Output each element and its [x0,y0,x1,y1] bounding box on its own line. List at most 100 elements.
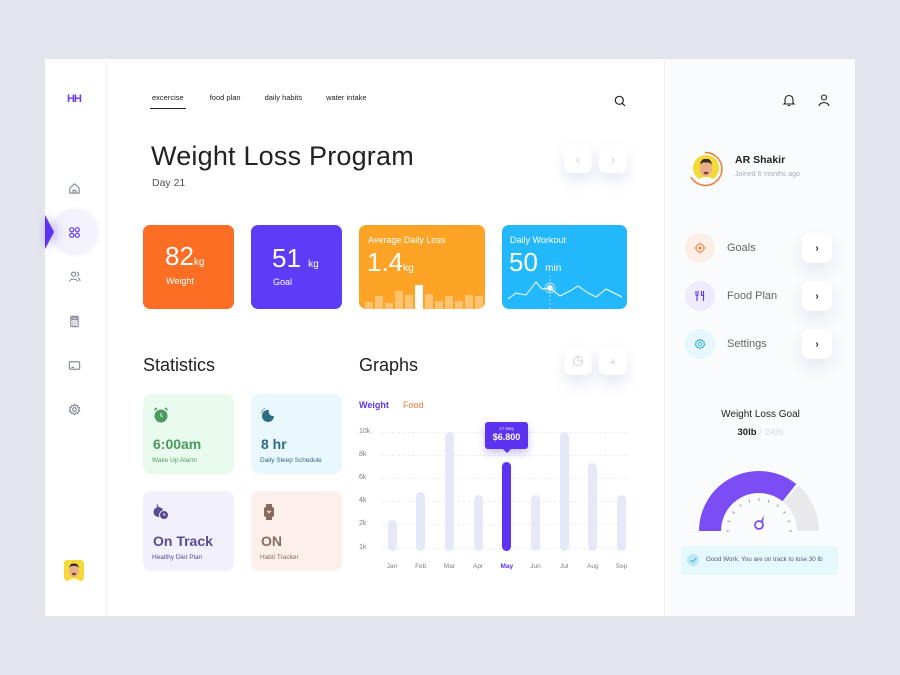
tab-water-intake[interactable]: water intake [326,93,366,109]
x-tick-label: Jun [530,563,541,570]
stat-value: ON [261,533,282,549]
gauge-tick [767,499,770,503]
page-title: Weight Loss Program [151,141,414,171]
next-button[interactable]: › [599,145,627,173]
check-icon [687,554,699,566]
chevron-right-icon[interactable]: › [802,233,832,263]
sidebar-item-settings[interactable] [66,401,82,417]
avatar-face-icon [64,560,84,581]
chart-bar[interactable] [559,432,569,551]
bell-icon[interactable] [782,93,796,107]
sidebar-item-calculator[interactable] [66,313,82,329]
top-tabs: excercise food plan daily habits water i… [150,93,391,109]
average-loss-unit: kg [403,263,414,274]
prev-button[interactable]: ‹ [564,145,592,173]
goal-current: 30lb [737,427,757,438]
mini-bar [435,301,443,309]
toast-message: Good Work. You are on track to lose 30 l… [706,556,823,563]
stat-label: Habit Tracker [260,554,299,561]
sidebar-item-card[interactable] [66,357,82,373]
average-loss-card[interactable]: Average Daily Loss 1.4kg [359,225,485,309]
tab-exercise[interactable]: excercise [150,93,186,109]
tab-daily-habits[interactable]: daily habits [265,93,303,109]
add-graph-button[interactable]: + [599,347,627,375]
stat-label: Daily Sleep Schedule [260,457,322,464]
chart-bar[interactable] [588,462,598,551]
users-icon [68,271,80,282]
stat-wake-up[interactable]: 6:00am Wake Up Alarm [143,394,234,474]
app-logo: HH [67,93,82,105]
utensils-icon [695,291,705,301]
x-tick-label: Sep [615,563,628,570]
mini-bar [415,285,423,309]
chart-bar[interactable] [473,495,483,551]
sidebar-item-home[interactable] [66,180,82,196]
y-tick-label: 6k [359,474,367,481]
target-icon [694,242,706,254]
stat-habit[interactable]: ON Habit Tracker [251,491,342,571]
sidebar-item-dashboard[interactable] [66,224,82,240]
gridline [382,455,627,456]
user-icon[interactable] [817,93,831,107]
menu-label: Food Plan [727,290,778,302]
y-tick-label: 8k [359,451,367,458]
user-name: AR Shakir [735,154,786,166]
statistics-title: Statistics [143,355,216,375]
menu-label: Goals [727,242,756,254]
weight-value: 82 [165,241,194,271]
chart-bar[interactable] [444,432,454,551]
chart-bar[interactable] [617,495,627,551]
menu-settings[interactable]: Settings › [685,329,835,361]
stat-diet[interactable]: On Track Healthy Diet Plan [143,491,234,571]
tooltip-date: 17 May [499,426,514,431]
gauge-tick [727,520,731,523]
x-tick-label: Aug [587,563,599,570]
search-icon[interactable] [614,95,626,107]
chart-type-button[interactable] [564,347,592,375]
stat-sleep[interactable]: zz 8 hr Daily Sleep Schedule [251,394,342,474]
menu-goals[interactable]: Goals › [685,233,835,265]
app-window: HH excercise food plan daily habits wate… [45,59,855,616]
x-tick-label: Apr [473,563,484,570]
home-icon [68,182,80,194]
profile-avatar[interactable] [687,151,723,187]
chart-bar[interactable] [531,495,540,551]
mini-bar [465,295,473,309]
menu-label: Settings [727,338,767,350]
legend-food[interactable]: Food [403,400,424,410]
tab-food-plan[interactable]: food plan [210,93,241,109]
daily-workout-card[interactable]: Daily Workout 50 min [502,225,627,309]
gear-icon [68,402,80,415]
stat-value: On Track [153,533,213,549]
x-tick-label: May [500,563,514,570]
menu-food-plan[interactable]: Food Plan › [685,281,835,313]
y-tick-label: 1k [359,544,367,551]
svg-text:z: z [263,406,265,411]
gauge-tick [732,511,735,514]
mini-bar [375,296,383,309]
daily-workout-label: Daily Workout [510,235,566,245]
goal-target: 24lb [764,427,784,438]
graphs-title: Graphs [359,355,419,375]
gauge-tick [748,499,751,503]
sidebar-item-users[interactable] [66,268,82,284]
moon-sleep-icon: zz [261,406,274,422]
chart-bar[interactable] [416,491,426,551]
chart-bar[interactable] [387,520,397,551]
page-subtitle: Day 21 [152,177,186,189]
credit-card-icon [68,360,80,370]
chevron-right-icon[interactable]: › [802,329,832,359]
daily-workout-value: 50 [509,247,538,277]
gauge-needle-icon [754,515,764,530]
legend-weight[interactable]: Weight [359,400,389,410]
goal-card[interactable]: 51 kg Goal [251,225,342,309]
goal-value: 30lb / 24lb [665,427,856,438]
goal-gauge [699,471,819,532]
chevron-right-icon[interactable]: › [802,281,832,311]
chart-bar[interactable] [502,461,512,551]
stat-label: Wake Up Alarm [152,457,197,464]
y-tick-label: 2k [359,520,367,527]
weight-card[interactable]: 82kg Weight [143,225,234,309]
sidebar-avatar[interactable] [64,560,84,581]
stat-label: Healthy Diet Plan [152,554,203,561]
